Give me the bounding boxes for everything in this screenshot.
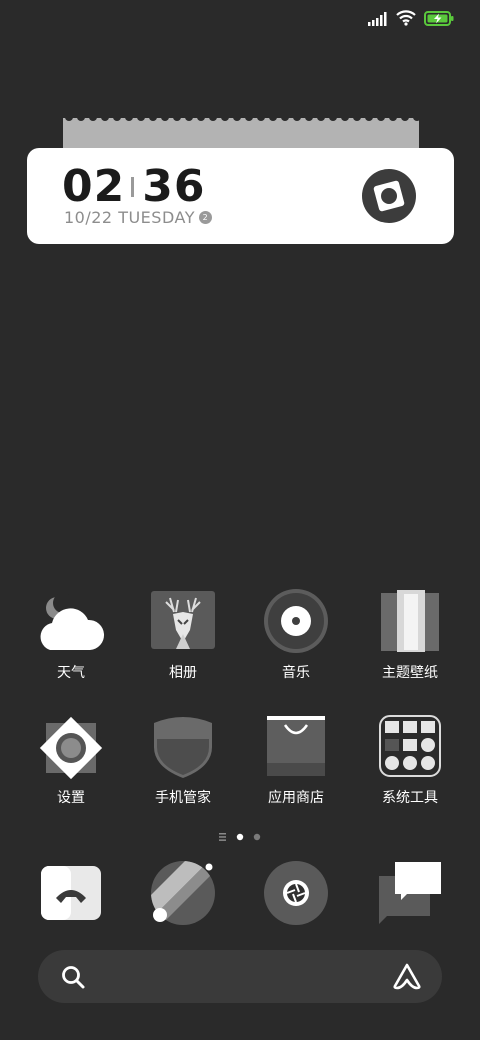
search-icon[interactable] (60, 964, 86, 994)
wifi-icon (396, 10, 416, 30)
app-gallery[interactable]: 相册 (128, 588, 238, 682)
app-label: 系统工具 (382, 790, 438, 806)
app-label: 音乐 (282, 665, 310, 681)
app-label: 相册 (169, 665, 197, 681)
app-themes[interactable]: 主题壁纸 (355, 588, 465, 682)
app-label: 主题壁纸 (382, 665, 438, 681)
page-dot (253, 833, 261, 841)
system-tools-folder-icon (375, 713, 445, 783)
app-store-icon (261, 713, 331, 783)
camera-icon[interactable] (261, 858, 331, 928)
clock-date: 10/22 TUESDAY 2 (64, 208, 212, 227)
clock-minutes: 36 (142, 161, 206, 212)
security-icon (148, 713, 218, 783)
clock-widget[interactable]: 02 36 10/22 TUESDAY 2 (27, 148, 454, 244)
app-label: 天气 (57, 665, 85, 681)
signal-icon (368, 11, 388, 30)
phone-icon[interactable] (36, 858, 106, 928)
page-dot-current (236, 833, 244, 841)
date-badge: 2 (198, 211, 212, 224)
app-music[interactable]: 音乐 (241, 588, 351, 682)
music-icon (261, 588, 331, 658)
app-weather[interactable]: 天气 (16, 588, 126, 682)
app-security[interactable]: 手机管家 (128, 713, 238, 807)
clock-time: 02 36 (62, 162, 205, 212)
search-bar[interactable] (38, 950, 442, 1003)
gallery-icon (148, 588, 218, 658)
status-bar (0, 0, 480, 38)
app-label: 应用商店 (268, 790, 324, 806)
messages-icon[interactable] (375, 858, 445, 928)
app-label: 手机管家 (155, 790, 211, 806)
date-text: 10/22 TUESDAY (64, 208, 195, 227)
clock-hours: 02 (62, 161, 126, 212)
app-label: 设置 (57, 790, 85, 806)
app-settings[interactable]: 设置 (16, 713, 126, 807)
app-store[interactable]: 应用商店 (241, 713, 351, 807)
themes-icon (375, 588, 445, 658)
browser-icon[interactable] (148, 858, 218, 928)
weather-icon (36, 588, 106, 658)
app-system-tools[interactable]: 系统工具 (355, 713, 465, 807)
battery-charging-icon (424, 10, 454, 30)
settings-icon (36, 713, 106, 783)
camera-shutter-icon[interactable] (361, 168, 417, 224)
assistant-icon[interactable] (392, 962, 422, 994)
page-indicator[interactable] (0, 829, 480, 843)
clock-separator (131, 177, 135, 197)
page-list-icon (219, 833, 226, 841)
